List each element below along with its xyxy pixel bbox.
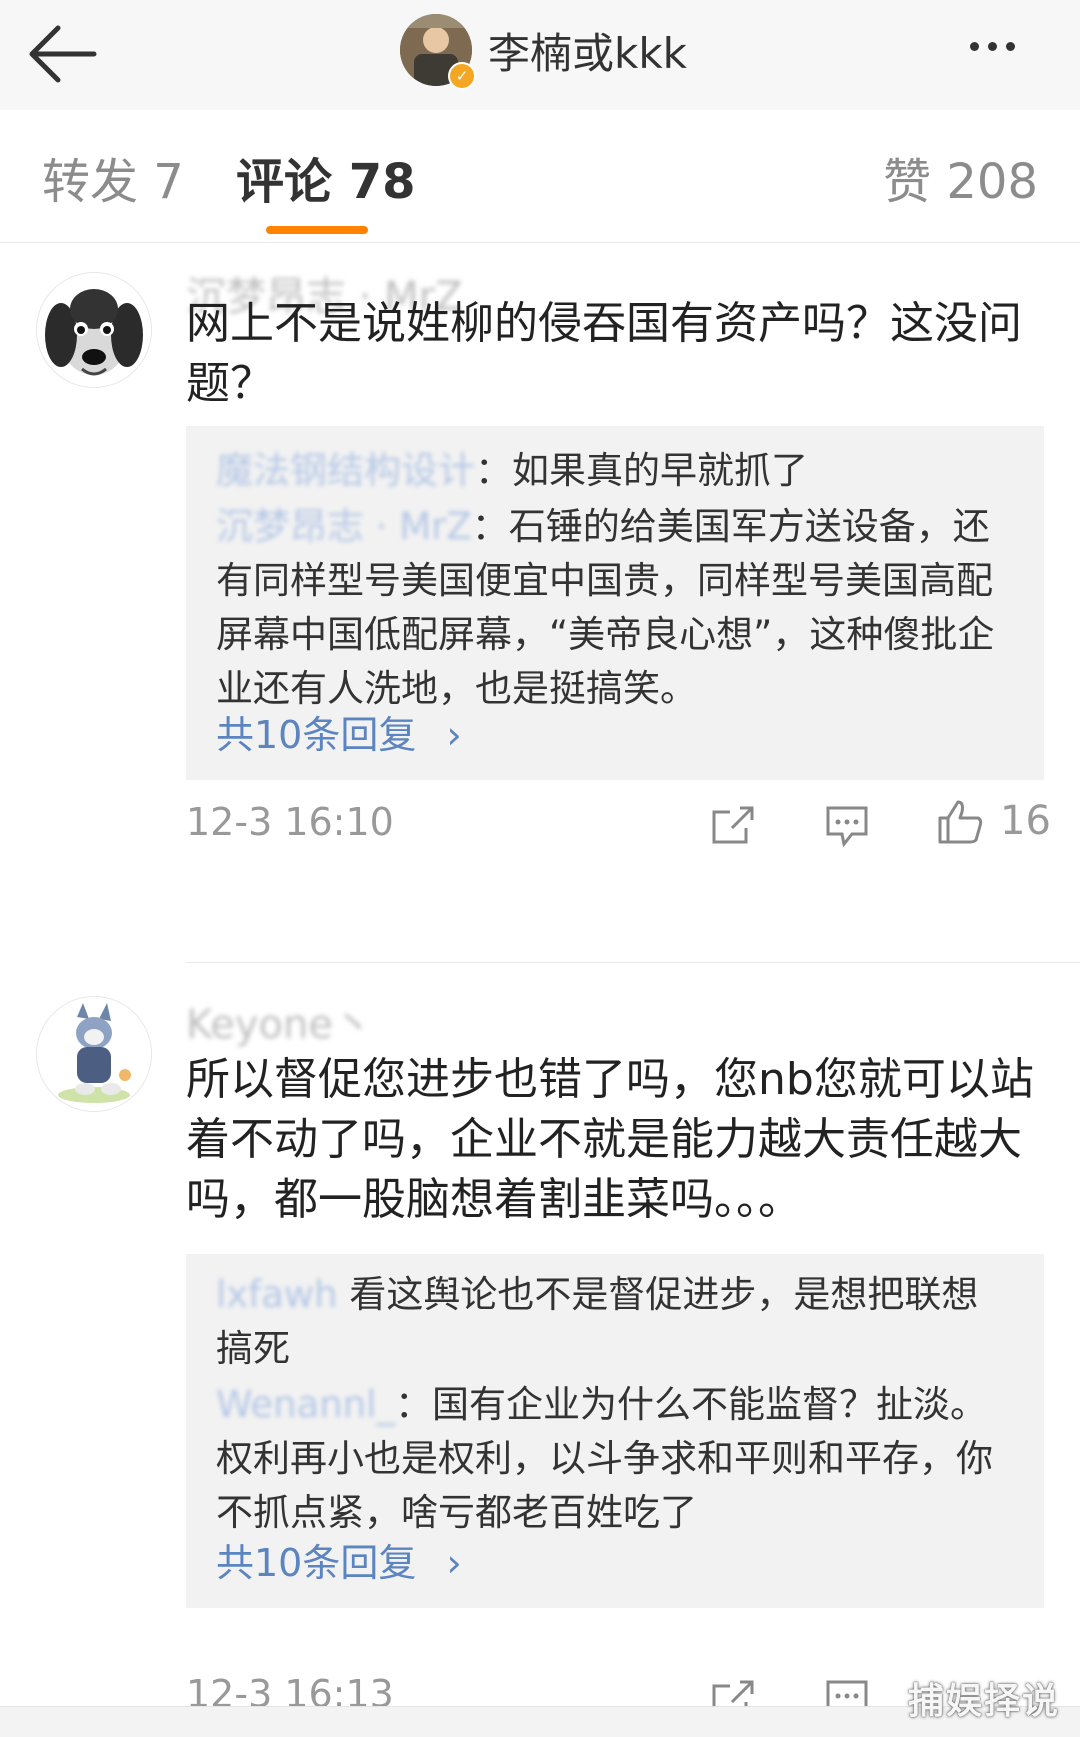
comment-text: 所以督促您进步也错了吗，您nb您就可以站着不动了吗，企业不就是能力越大责任越大吗…: [186, 1054, 1034, 1225]
reply-box[interactable]: lxfawh 看这舆论也不是督促进步，是想把联想搞死 Wenannl_：国有企业…: [186, 1254, 1044, 1608]
reply-user[interactable]: lxfawh: [216, 1273, 338, 1316]
reply-user[interactable]: Wenannl_: [216, 1383, 395, 1426]
active-tab-indicator: [266, 226, 368, 234]
reply-user[interactable]: 魔法钢结构设计: [216, 449, 475, 492]
reply-item: Wenannl_：国有企业为什么不能监督？扯淡。权利再小也是权利，以斗争求和平则…: [216, 1378, 1006, 1540]
reply-user[interactable]: 沉梦昂志 · MrZ: [216, 505, 472, 548]
more-replies-link[interactable]: 共10条回复 ›: [216, 1532, 462, 1587]
reply-item: lxfawh 看这舆论也不是督促进步，是想把联想搞死: [216, 1268, 1006, 1376]
tab-comment[interactable]: 评论 78: [236, 142, 416, 212]
header-avatar[interactable]: ✓: [400, 14, 476, 90]
like-count: 16: [1000, 798, 1051, 844]
top-bar: ✓ 李楠或kkk: [0, 0, 1080, 111]
more-options-icon[interactable]: [970, 26, 1060, 66]
commenter-avatar[interactable]: [36, 272, 152, 388]
comment-time: 12-3 16:10: [186, 800, 394, 844]
reply-icon[interactable]: [824, 804, 870, 852]
tab-bar: 转发 7 评论 78 赞 208: [0, 110, 1080, 243]
tab-repost[interactable]: 转发 7: [42, 142, 184, 212]
header-username: 李楠或kkk: [488, 28, 687, 78]
more-replies-label: 共10条回复: [216, 713, 417, 757]
tab-like[interactable]: 赞 208: [883, 142, 1038, 212]
commenter-name[interactable]: Keyone丶: [186, 992, 373, 1050]
reply-item: 沉梦昂志 · MrZ：石锤的给美国军方送设备，还有同样型号美国便宜中国贵，同样型…: [216, 500, 1006, 716]
verified-badge-icon: ✓: [448, 62, 476, 90]
comment-item: Keyone丶 所以督促您进步也错了吗，您nb您就可以站着不动了吗，企业不就是能…: [0, 962, 1080, 1736]
chevron-right-icon: ›: [446, 713, 462, 757]
watermark: 捕娱择说: [907, 1681, 1060, 1722]
reply-text: ：如果真的早就抓了: [475, 449, 808, 492]
reply-box[interactable]: 魔法钢结构设计：如果真的早就抓了 沉梦昂志 · MrZ：石锤的给美国军方送设备，…: [186, 426, 1044, 780]
more-replies-label: 共10条回复: [216, 1541, 417, 1585]
comment-text: 网上不是说姓柳的侵吞国有资产吗？这没问题？: [186, 298, 1022, 409]
comment-item: 沉梦昂志 · MrZ 网上不是说姓柳的侵吞国有资产吗？这没问题？ 魔法钢结构设计…: [0, 242, 1080, 963]
commenter-avatar[interactable]: [36, 996, 152, 1112]
more-replies-link[interactable]: 共10条回复 ›: [216, 704, 462, 759]
back-arrow-icon[interactable]: [24, 14, 104, 94]
header-user[interactable]: ✓ 李楠或kkk: [400, 10, 687, 90]
chevron-right-icon: ›: [446, 1541, 462, 1585]
share-icon[interactable]: [710, 804, 756, 850]
reply-item: 魔法钢结构设计：如果真的早就抓了: [216, 444, 1006, 498]
thumbs-up-icon[interactable]: [936, 798, 986, 850]
